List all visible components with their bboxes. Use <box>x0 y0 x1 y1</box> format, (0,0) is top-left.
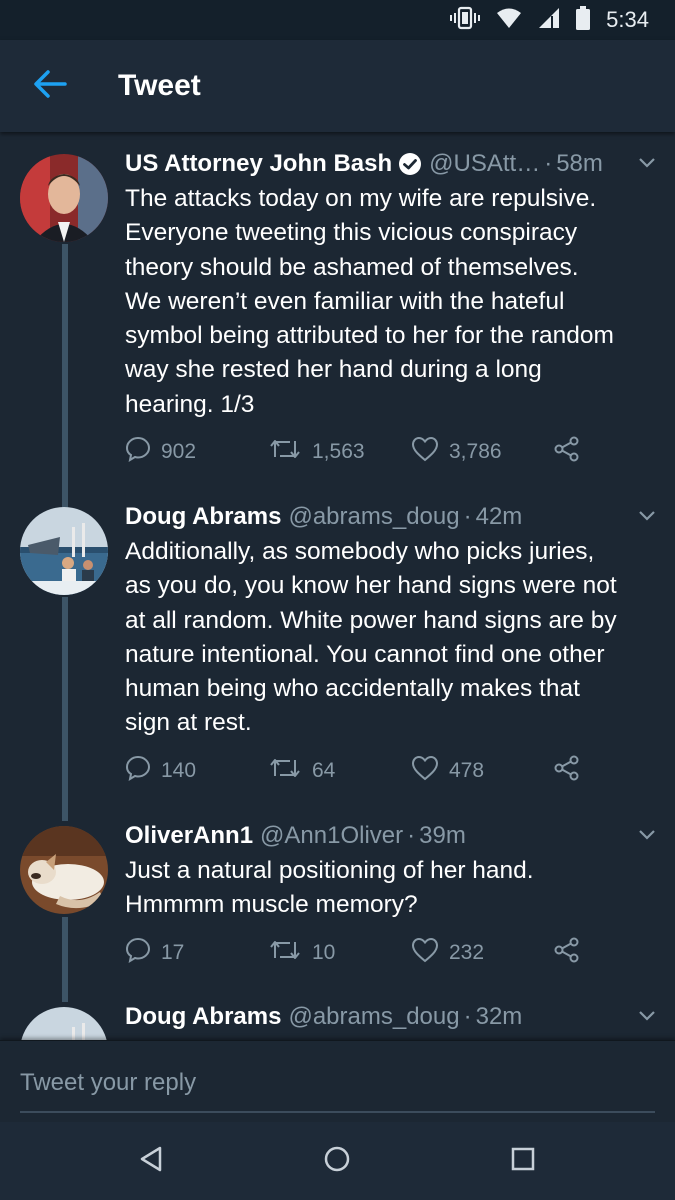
reply-composer: Tweet your reply <box>0 1040 675 1122</box>
tweet-menu-button[interactable] <box>637 828 657 847</box>
share-button[interactable] <box>553 754 581 788</box>
separator-dot: · <box>463 1003 472 1030</box>
chevron-down-icon <box>637 829 657 846</box>
tweet-text: Just a natural positioning of her hand. … <box>125 857 534 919</box>
tweet-menu-button[interactable] <box>637 156 657 175</box>
tweet-header: Doug Abrams @abrams_doug · 32m <box>125 1001 660 1033</box>
back-button[interactable] <box>0 40 100 132</box>
separator-dot: · <box>463 503 472 530</box>
retweet-count: 64 <box>312 759 336 782</box>
author-name[interactable]: US Attorney John Bash <box>125 150 392 178</box>
status-clock: 5:34 <box>606 7 649 32</box>
square-recents-icon <box>510 1146 536 1177</box>
tweet[interactable]: Doug Abrams @abrams_doug · 32m <box>0 1001 675 1040</box>
nav-recents-button[interactable] <box>508 1146 538 1176</box>
tweet-actions: 140 64 478 <box>125 754 581 788</box>
retweet-icon <box>268 938 302 968</box>
share-icon <box>553 936 581 970</box>
reply-input[interactable]: Tweet your reply <box>20 1057 655 1113</box>
like-count: 232 <box>449 941 485 964</box>
author-handle[interactable]: @USAtt… <box>429 150 540 178</box>
tweet-menu-button[interactable] <box>637 509 657 528</box>
like-count: 3,786 <box>449 440 502 463</box>
tweet-timestamp: 32m <box>475 1003 523 1030</box>
author-handle[interactable]: @Ann1Oliver <box>260 822 403 850</box>
system-nav-bar <box>0 1122 675 1200</box>
verified-badge-icon <box>398 152 422 176</box>
tweet-text: Additionally, as somebody who picks juri… <box>125 538 617 737</box>
app-bar: Tweet <box>0 40 675 132</box>
share-button[interactable] <box>553 936 581 970</box>
tweet-menu-button[interactable] <box>637 1009 657 1028</box>
tweet-timestamp: 42m <box>475 503 523 530</box>
heart-icon <box>411 937 439 969</box>
avatar[interactable] <box>20 1007 108 1040</box>
separator-dot: · <box>544 150 553 177</box>
chevron-down-icon <box>637 510 657 527</box>
share-button[interactable] <box>553 435 581 469</box>
tweet-actions: 902 1,563 3,786 <box>125 435 581 469</box>
reply-count: 140 <box>161 759 197 782</box>
arrow-left-icon <box>33 69 67 104</box>
like-count: 478 <box>449 759 485 782</box>
like-button[interactable]: 232 <box>411 937 553 969</box>
circle-home-icon <box>323 1145 351 1178</box>
share-icon <box>553 435 581 469</box>
separator-dot: · <box>407 822 416 849</box>
tweet-header: US Attorney John Bash @USAtt… · 58m <box>125 148 660 180</box>
page-title: Tweet <box>118 69 201 102</box>
avatar[interactable] <box>20 154 108 242</box>
vibrate-icon <box>450 6 481 35</box>
battery-icon <box>576 5 591 35</box>
heart-icon <box>411 755 439 787</box>
reply-count: 902 <box>161 440 197 463</box>
tweet[interactable]: OliverAnn1 @Ann1Oliver · 39m Just a natu… <box>0 820 675 940</box>
retweet-count: 10 <box>312 941 336 964</box>
retweet-button[interactable]: 1,563 <box>268 437 411 467</box>
tweet-header: Doug Abrams @abrams_doug · 42m <box>125 501 660 533</box>
author-name[interactable]: Doug Abrams <box>125 1003 281 1031</box>
reply-count: 17 <box>161 941 185 964</box>
retweet-button[interactable]: 10 <box>268 938 411 968</box>
retweet-button[interactable]: 64 <box>268 756 411 786</box>
retweet-icon <box>268 437 302 467</box>
tweet-text: The attacks today on my wife are repulsi… <box>125 185 614 418</box>
tweet-actions: 17 10 232 <box>125 936 581 970</box>
reply-button[interactable]: 140 <box>125 755 268 787</box>
tweet-timestamp: 39m <box>419 822 466 849</box>
author-name[interactable]: Doug Abrams <box>125 503 281 531</box>
author-name[interactable]: OliverAnn1 <box>125 822 253 850</box>
tweet-header: OliverAnn1 @Ann1Oliver · 39m <box>125 820 660 852</box>
speech-bubble-icon <box>125 937 151 969</box>
author-handle[interactable]: @abrams_doug <box>288 503 459 531</box>
chevron-down-icon <box>637 157 657 174</box>
share-icon <box>553 754 581 788</box>
tweet-timestamp: 58m <box>556 150 603 177</box>
reply-button[interactable]: 17 <box>125 937 268 969</box>
like-button[interactable]: 3,786 <box>411 436 553 468</box>
tweet-thread: US Attorney John Bash @USAtt… · 58m The … <box>0 132 675 1040</box>
status-bar: 5:34 <box>0 0 675 40</box>
chevron-down-icon <box>637 1010 657 1027</box>
author-handle[interactable]: @abrams_doug <box>288 1003 459 1031</box>
retweet-count: 1,563 <box>312 440 365 463</box>
speech-bubble-icon <box>125 436 151 468</box>
avatar[interactable] <box>20 826 108 914</box>
nav-home-button[interactable] <box>322 1146 352 1176</box>
avatar[interactable] <box>20 507 108 595</box>
wifi-icon <box>496 7 522 34</box>
speech-bubble-icon <box>125 755 151 787</box>
signal-icon <box>538 7 560 34</box>
triangle-back-icon <box>138 1145 164 1178</box>
retweet-icon <box>268 756 302 786</box>
reply-button[interactable]: 902 <box>125 436 268 468</box>
heart-icon <box>411 436 439 468</box>
nav-back-button[interactable] <box>136 1146 166 1176</box>
like-button[interactable]: 478 <box>411 755 553 787</box>
